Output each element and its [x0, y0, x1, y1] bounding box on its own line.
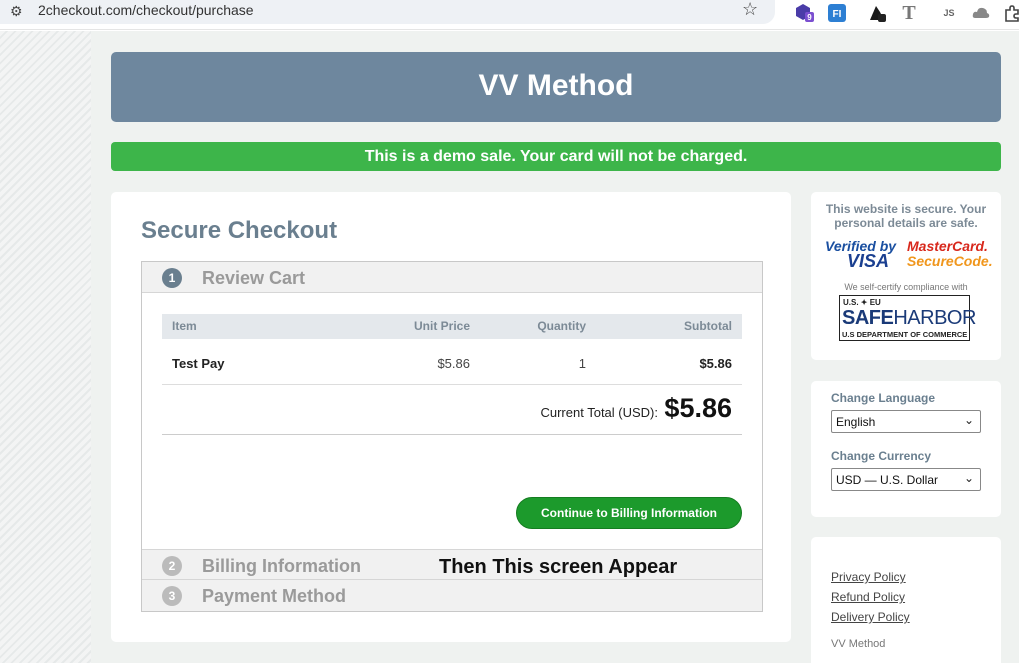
col-subtotal: Subtotal	[684, 319, 732, 333]
chevron-down-icon: ⌄	[963, 413, 974, 427]
privacy-policy-link[interactable]: Privacy Policy	[831, 570, 906, 584]
item-name: Test Pay	[172, 356, 225, 371]
verified-by-visa-logo: Verified by VISA	[825, 238, 897, 271]
table-header: Item Unit Price Quantity Subtotal	[162, 314, 742, 339]
secure-message: This website is secure. Your personal de…	[825, 202, 987, 230]
extension-js-icon[interactable]: JS	[938, 2, 960, 24]
step-label: Payment Method	[202, 586, 347, 606]
total-amount: $5.86	[664, 393, 732, 423]
footer-brand: VV Method	[831, 638, 886, 650]
step-payment-method[interactable]: 3 Payment Method	[142, 580, 762, 611]
svg-text:9: 9	[807, 13, 812, 22]
mastercard-securecode-logo: MasterCard. SecureCode.	[907, 238, 993, 269]
policy-links-card: Privacy Policy Refund Policy Delivery Po…	[811, 537, 1001, 663]
currency-select[interactable]: USD — U.S. Dollar ⌄	[831, 468, 981, 491]
localization-card: Change Language English ⌄ Change Currenc…	[811, 381, 1001, 517]
subtotal: $5.86	[699, 356, 732, 371]
chevron-down-icon: ⌄	[963, 471, 974, 485]
step-review-cart[interactable]: 1 Review Cart	[142, 262, 762, 293]
security-card: This website is secure. Your personal de…	[811, 192, 1001, 360]
table-row: Test Pay $5.86 1 $5.86	[162, 339, 742, 385]
address-bar[interactable]: ⚙ 2checkout.com/checkout/purchase ☆	[0, 0, 775, 24]
refund-policy-link[interactable]: Refund Policy	[831, 590, 905, 604]
page-title: Secure Checkout	[141, 217, 338, 244]
safe-harbor-logo: U.S. ✦ EU SAFEHARBOR U.S DEPARTMENT OF C…	[839, 295, 976, 341]
bookmark-star-icon[interactable]: ☆	[742, 0, 758, 20]
step-number: 1	[162, 268, 182, 288]
url-text[interactable]: 2checkout.com/checkout/purchase	[38, 2, 254, 18]
extension-hexagon-icon[interactable]: 9	[794, 2, 816, 24]
self-certify-text: We self-certify compliance with	[844, 282, 968, 292]
svg-text:FI: FI	[833, 9, 842, 20]
quantity: 1	[578, 356, 586, 371]
unit-price: $5.86	[437, 356, 470, 371]
cart-table: Item Unit Price Quantity Subtotal Test P…	[162, 314, 742, 435]
col-unit-price: Unit Price	[413, 319, 470, 333]
col-quantity: Quantity	[537, 319, 586, 333]
extension-cloud-icon[interactable]	[970, 2, 992, 24]
language-label: Change Language	[831, 391, 936, 405]
currency-label: Change Currency	[831, 449, 932, 463]
continue-to-billing-button[interactable]: Continue to Billing Information	[516, 497, 742, 529]
col-item: Item	[172, 319, 197, 333]
step-number: 3	[162, 586, 182, 606]
delivery-policy-link[interactable]: Delivery Policy	[831, 610, 910, 624]
total-row: Current Total (USD): $5.86	[162, 385, 742, 435]
merchant-header: VV Method	[111, 52, 1001, 122]
extension-t-icon[interactable]: T	[898, 2, 920, 24]
step-label: Billing Information	[202, 556, 361, 576]
extension-fi-icon[interactable]: FI	[826, 2, 848, 24]
language-select[interactable]: English ⌄	[831, 410, 981, 433]
annotation-text: Then This screen Appear	[439, 556, 678, 578]
browser-toolbar: ⚙ 2checkout.com/checkout/purchase ☆ 9 FI…	[0, 0, 1019, 30]
total-label: Current Total (USD):	[540, 405, 658, 420]
demo-sale-banner: This is a demo sale. Your card will not …	[111, 142, 1001, 171]
site-info-icon[interactable]: ⚙	[10, 3, 23, 20]
step-number: 2	[162, 556, 182, 576]
extension-dark-icon[interactable]	[866, 2, 888, 24]
extensions-puzzle-icon[interactable]	[1001, 2, 1019, 24]
step-label: Review Cart	[202, 268, 306, 288]
